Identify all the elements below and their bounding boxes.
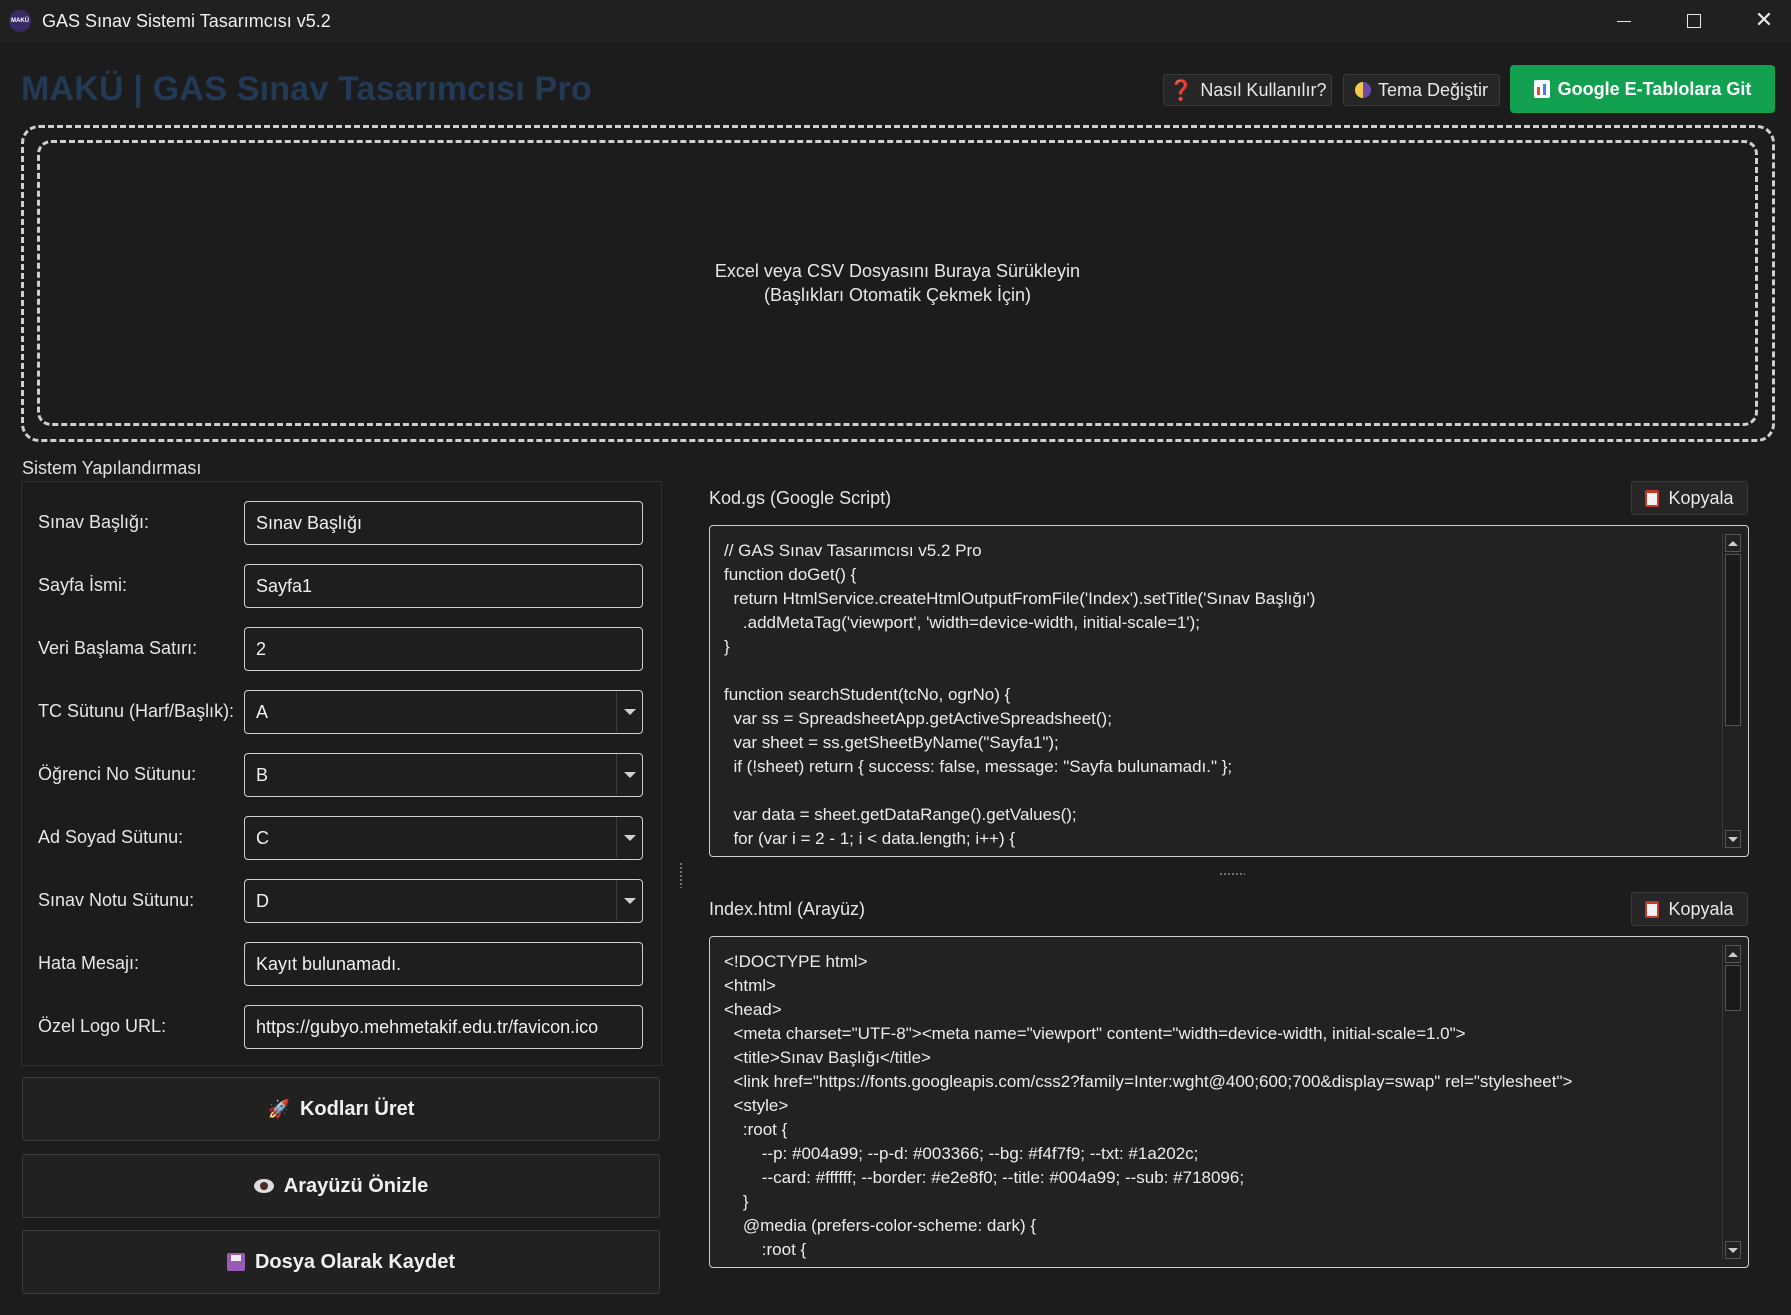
close-icon: ✕ bbox=[1754, 8, 1774, 33]
theme-toggle-button[interactable]: Tema Değiştir bbox=[1343, 74, 1500, 106]
scroll-down-icon[interactable] bbox=[1725, 830, 1741, 848]
drop-zone-text: Excel veya CSV Dosyasını Buraya Sürükley… bbox=[714, 261, 1081, 281]
maximize-button[interactable] bbox=[1659, 0, 1729, 42]
open-google-sheets-button[interactable]: Google E-Tablolara Git bbox=[1510, 65, 1775, 113]
tc-column-select[interactable]: A bbox=[244, 690, 643, 734]
start-row-input[interactable]: 2 bbox=[244, 627, 643, 671]
save-file-button[interactable]: Dosya Olarak Kaydet bbox=[22, 1230, 660, 1294]
drop-zone-subtext: (Başlıkları Otomatik Çekmek İçin) bbox=[763, 285, 1032, 305]
logo-url-input[interactable]: https://gubyo.mehmetakif.edu.tr/favicon.… bbox=[244, 1005, 643, 1049]
student-no-column-select[interactable]: B bbox=[244, 753, 643, 797]
preview-ui-button[interactable]: Arayüzü Önizle bbox=[22, 1154, 660, 1218]
sheet-name-label: Sayfa İsmi: bbox=[38, 575, 128, 595]
clipboard-icon bbox=[1645, 489, 1660, 507]
exam-title-input[interactable]: Sınav Başlığı bbox=[244, 501, 643, 545]
chevron-down-icon[interactable] bbox=[616, 691, 642, 732]
chevron-down-icon[interactable] bbox=[616, 754, 642, 795]
eye-icon bbox=[253, 1179, 274, 1193]
logo-url-label: Özel Logo URL: bbox=[38, 1016, 167, 1036]
theme-button-label: Tema Değiştir bbox=[1377, 79, 1489, 100]
generate-code-button[interactable]: 🚀 Kodları Üret bbox=[22, 1077, 660, 1141]
name-column-label: Ad Soyad Sütunu: bbox=[38, 827, 184, 847]
brand-title: MAKÜ | GAS Sınav Tasarımcısı Pro bbox=[21, 70, 592, 108]
scroll-down-icon[interactable] bbox=[1725, 1241, 1741, 1259]
exam-title-label: Sınav Başlığı: bbox=[38, 512, 150, 532]
sheet-name-input[interactable]: Sayfa1 bbox=[244, 564, 643, 608]
code-gs-scrollbar[interactable] bbox=[1722, 534, 1742, 848]
grade-column-select[interactable]: D bbox=[244, 879, 643, 923]
clipboard-icon bbox=[1645, 900, 1660, 918]
help-button[interactable]: ❓ Nasıl Kullanılır? bbox=[1163, 74, 1332, 106]
code-gs-content[interactable]: // GAS Sınav Tasarımcısı v5.2 Pro functi… bbox=[724, 539, 1714, 856]
bar-chart-icon bbox=[1533, 80, 1550, 98]
error-message-label: Hata Mesajı: bbox=[38, 953, 140, 973]
copy-code-gs-button[interactable]: Kopyala bbox=[1631, 481, 1748, 515]
vertical-splitter-handle[interactable] bbox=[679, 862, 683, 888]
tc-column-label: TC Sütunu (Harf/Başlık): bbox=[38, 701, 235, 721]
chevron-down-icon[interactable] bbox=[616, 880, 642, 921]
index-html-scrollbar[interactable] bbox=[1722, 945, 1742, 1259]
help-button-label: Nasıl Kullanılır? bbox=[1200, 79, 1327, 100]
file-drop-zone[interactable]: Excel veya CSV Dosyasını Buraya Sürükley… bbox=[37, 140, 1758, 426]
scroll-up-icon[interactable] bbox=[1725, 945, 1741, 963]
question-icon: ❓ bbox=[1168, 79, 1194, 102]
copy-label: Kopyala bbox=[1668, 487, 1734, 508]
half-moon-icon bbox=[1354, 82, 1371, 98]
maximize-icon bbox=[1687, 14, 1701, 28]
title-bar: MAKÜ GAS Sınav Sistemi Tasarımcısı v5.2 … bbox=[0, 0, 1791, 42]
sheets-button-label: Google E-Tablolara Git bbox=[1557, 78, 1752, 99]
copy-label: Kopyala bbox=[1668, 898, 1734, 919]
grade-column-label: Sınav Notu Sütunu: bbox=[38, 890, 195, 910]
code-gs-label: Kod.gs (Google Script) bbox=[709, 488, 892, 508]
copy-index-html-button[interactable]: Kopyala bbox=[1631, 892, 1748, 926]
code-gs-editor[interactable]: // GAS Sınav Tasarımcısı v5.2 Pro functi… bbox=[709, 525, 1749, 857]
scroll-thumb[interactable] bbox=[1725, 965, 1741, 1011]
close-button[interactable]: ✕ bbox=[1729, 0, 1791, 42]
chevron-down-icon[interactable] bbox=[616, 817, 642, 858]
error-message-input[interactable]: Kayıt bulunamadı. bbox=[244, 942, 643, 986]
start-row-label: Veri Başlama Satırı: bbox=[38, 638, 198, 658]
index-html-content[interactable]: <!DOCTYPE html> <html> <head> <meta char… bbox=[724, 950, 1714, 1267]
scroll-up-icon[interactable] bbox=[1725, 534, 1741, 552]
rocket-icon: 🚀 bbox=[267, 1098, 290, 1119]
student-no-column-label: Öğrenci No Sütunu: bbox=[38, 764, 197, 784]
generate-code-label: Kodları Üret bbox=[299, 1097, 415, 1120]
app-logo-icon: MAKÜ bbox=[9, 10, 31, 32]
minimize-icon bbox=[1617, 20, 1631, 22]
preview-ui-label: Arayüzü Önizle bbox=[283, 1174, 429, 1197]
save-file-label: Dosya Olarak Kaydet bbox=[254, 1250, 456, 1273]
window-title: GAS Sınav Sistemi Tasarımcısı v5.2 bbox=[42, 11, 331, 31]
floppy-disk-icon bbox=[226, 1253, 245, 1271]
horizontal-splitter-handle[interactable] bbox=[1219, 872, 1245, 876]
scroll-thumb[interactable] bbox=[1725, 554, 1741, 726]
index-html-label: Index.html (Arayüz) bbox=[709, 899, 866, 919]
name-column-select[interactable]: C bbox=[244, 816, 643, 860]
minimize-button[interactable] bbox=[1589, 0, 1659, 42]
config-section-title: Sistem Yapılandırması bbox=[22, 458, 202, 478]
index-html-editor[interactable]: <!DOCTYPE html> <html> <head> <meta char… bbox=[709, 936, 1749, 1268]
